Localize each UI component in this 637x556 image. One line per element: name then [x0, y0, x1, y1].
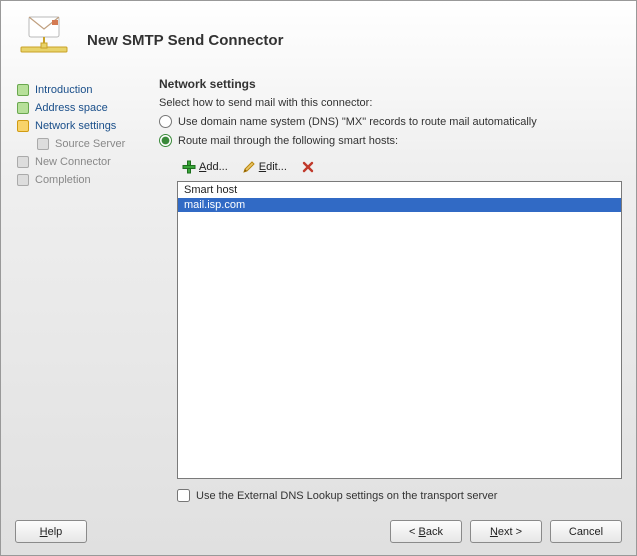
radio-input-smarthost[interactable]	[159, 134, 172, 147]
sidebar-item-introduction: Introduction	[15, 81, 145, 99]
sidebar-item-label: Introduction	[35, 84, 92, 96]
help-button[interactable]: Help	[15, 520, 87, 543]
smarthost-listbox[interactable]: Smart host mail.isp.com	[177, 181, 622, 479]
wizard-title: New SMTP Send Connector	[87, 32, 283, 49]
sidebar-item-completion: Completion	[15, 171, 145, 189]
wizard-footer: Help < Back Next > Cancel	[1, 512, 636, 555]
step-pending-icon	[17, 174, 29, 186]
wizard-root: New SMTP Send Connector Introduction Add…	[1, 1, 636, 555]
edit-button-label: Edit...	[259, 161, 287, 173]
cancel-button[interactable]: Cancel	[550, 520, 622, 543]
radio-input-dns[interactable]	[159, 115, 172, 128]
sidebar-item-label: Network settings	[35, 120, 116, 132]
step-pending-icon	[37, 138, 49, 150]
mail-connector-icon	[15, 11, 75, 69]
listbox-body[interactable]: mail.isp.com	[178, 198, 621, 478]
step-done-icon	[17, 84, 29, 96]
external-dns-label: Use the External DNS Lookup settings on …	[196, 490, 497, 502]
sidebar-item-label: Completion	[35, 174, 91, 186]
delete-button[interactable]	[296, 157, 320, 177]
sidebar-item-address-space: Address space	[15, 99, 145, 117]
wizard-header: New SMTP Send Connector	[1, 1, 636, 77]
listbox-column-header: Smart host	[178, 182, 621, 198]
external-dns-checkbox-input[interactable]	[177, 489, 190, 502]
add-button[interactable]: Add...	[177, 157, 233, 177]
next-button[interactable]: Next >	[470, 520, 542, 543]
sidebar-item-source-server: Source Server	[15, 135, 145, 153]
smarthost-toolbar: Add... Edit...	[159, 153, 622, 181]
edit-button[interactable]: Edit...	[237, 157, 292, 177]
external-dns-checkbox[interactable]: Use the External DNS Lookup settings on …	[177, 489, 622, 502]
wizard-main: Introduction Address space Network setti…	[1, 77, 636, 512]
sidebar-item-new-connector: New Connector	[15, 153, 145, 171]
step-current-icon	[17, 120, 29, 132]
wizard-sidebar: Introduction Address space Network setti…	[15, 77, 145, 502]
back-button[interactable]: < Back	[390, 520, 462, 543]
radio-use-smarthost[interactable]: Route mail through the following smart h…	[159, 134, 622, 147]
page-title: Network settings	[159, 77, 622, 91]
radio-label-dns: Use domain name system (DNS) "MX" record…	[178, 116, 537, 128]
pencil-icon	[242, 160, 256, 174]
sidebar-item-label: Address space	[35, 102, 108, 114]
list-item[interactable]: mail.isp.com	[178, 198, 621, 212]
plus-icon	[182, 160, 196, 174]
wizard-content: Network settings Select how to send mail…	[159, 77, 622, 502]
radio-label-smarthost: Route mail through the following smart h…	[178, 135, 398, 147]
step-done-icon	[17, 102, 29, 114]
sidebar-item-network-settings: Network settings	[15, 117, 145, 135]
add-button-label: Add...	[199, 161, 228, 173]
x-delete-icon	[301, 160, 315, 174]
sidebar-item-label: New Connector	[35, 156, 111, 168]
radio-use-dns[interactable]: Use domain name system (DNS) "MX" record…	[159, 115, 622, 128]
sidebar-item-label: Source Server	[55, 138, 125, 150]
instruction-text: Select how to send mail with this connec…	[159, 97, 622, 109]
step-pending-icon	[17, 156, 29, 168]
